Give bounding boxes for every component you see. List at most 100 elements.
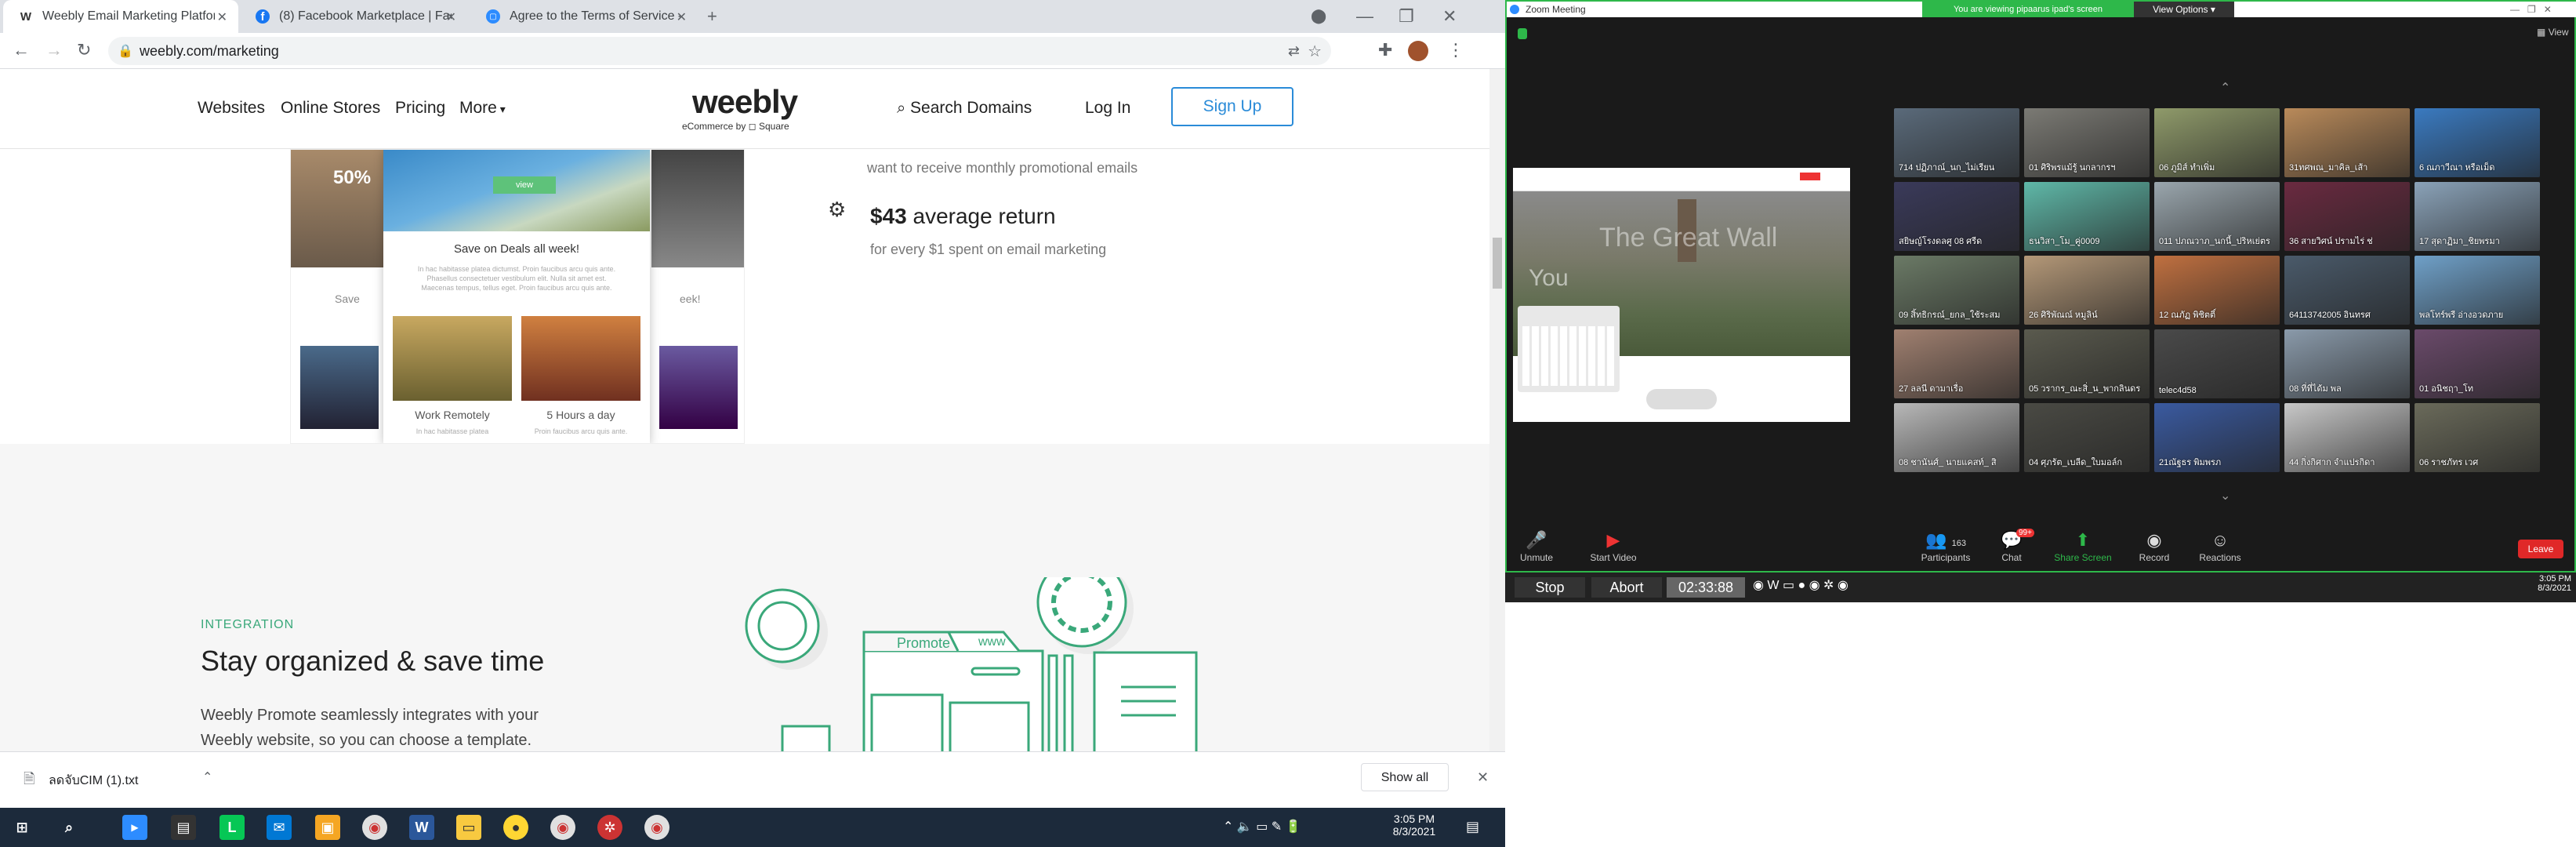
taskbar-time: 3:05 PM [1393,812,1435,825]
participant-tile[interactable]: 08 ชานันศ์_ นายแคสท์_ สิ [1894,403,2019,472]
reactions-label: Reactions [2199,552,2241,563]
address-bar[interactable]: 🔒 weebly.com/marketing ⇄ ☆ [108,37,1331,65]
recorder-app-icon[interactable]: ▣ [315,815,340,840]
record-button[interactable]: ◉ Record [2131,529,2178,563]
reactions-button[interactable]: ☺ Reactions [2189,529,2251,563]
tab-facebook[interactable]: f (8) Facebook Marketplace | Faceb ✕ [240,0,467,33]
participant-tile[interactable]: 26 ศิริพัณณ์ หมูลิน์ [2024,256,2150,325]
profile-menu-icon[interactable]: ⬤ [1311,8,1326,24]
email-card: view Save on Deals all week! In hac habi… [383,150,650,443]
view-layout-button[interactable]: ▦ View [2537,27,2568,38]
tray-icons[interactable]: ⌃ 🔈 ▭ ✎ 🔋 [1223,819,1301,834]
participant-tile[interactable]: 64113742005 อินทรศ [2284,256,2410,325]
participant-tile[interactable]: ธนวิสา_โม_คู่0009 [2024,182,2150,251]
search-icon[interactable]: ⌕ [56,815,82,840]
translate-icon[interactable]: ⇄ [1288,43,1300,60]
nav-online-stores[interactable]: Online Stores [281,99,380,118]
participant-tile[interactable]: telec4d58 [2154,329,2280,398]
new-tab-button[interactable]: + [707,6,717,27]
mail-icon[interactable]: ✉ [267,815,292,840]
page-scrollbar[interactable] [1489,69,1505,751]
close-downloads-icon[interactable]: ✕ [1477,769,1489,786]
participants-button[interactable]: 👥 163 Participants [1914,529,1977,563]
chrome-icon[interactable]: ◉ [362,815,387,840]
reload-icon[interactable]: ↻ [77,40,91,60]
windows-start-icon[interactable]: ⊞ [9,815,34,840]
close-tab-icon[interactable]: ✕ [446,9,456,25]
back-icon[interactable]: ← [13,40,30,60]
participant-tile[interactable]: 011 ปภณวาภ_นกนี้_ปริหเย่ตร [2154,182,2280,251]
participant-tile[interactable]: 31ทศพณ_มาคิล_เส้า [2284,108,2410,177]
stop-recording-button[interactable]: Stop [1515,577,1585,598]
notifications-icon[interactable]: ▤ [1466,819,1479,835]
view-options-button[interactable]: View Options ▾ [2134,2,2234,17]
participant-tile[interactable]: 714 ปฏิภาณ์_นก_ไม่เรียน [1894,108,2019,177]
close-tab-icon[interactable]: ✕ [677,9,687,25]
zoom-window-controls[interactable]: — ❐ ✕ [2510,2,2552,17]
zoom-logo-icon [1510,5,1519,14]
zoom-taskbar-icon[interactable]: ▶ [122,815,147,840]
participant-tile[interactable]: 05 วรากร_ณะสิ่_น_พากลินดร [2024,329,2150,398]
chat-button[interactable]: 💬 99+ Chat [1988,529,2035,563]
participant-tile[interactable]: 6 ณภาวีณา หรือเม็ด [2415,108,2540,177]
participant-tile[interactable]: 17 สุดาฏิมา_ชิยพรมา [2415,182,2540,251]
participant-tile[interactable]: 27 ลลนี ดามาเรื่อ [1894,329,2019,398]
scrollbar-thumb[interactable] [1493,238,1502,289]
bookmark-star-icon[interactable]: ☆ [1308,42,1322,61]
nav-pricing[interactable]: Pricing [395,99,445,118]
participant-tile[interactable]: 12 ณภัฏ พิชิตติ์ [2154,256,2280,325]
participant-tile[interactable]: 09 สิ้ทธิกรณ์_ยกล_ใช้ระสม [1894,256,2019,325]
security-shield-icon[interactable] [1518,28,1527,39]
participant-tile[interactable]: 08 ที่ที่ได้ม พล [2284,329,2410,398]
participant-tile[interactable]: สยิษญ์โรงดลศู 08 ศรีด [1894,182,2019,251]
tab-weebly[interactable]: W Weebly Email Marketing Platform ✕ [3,0,238,33]
participant-name: 27 ลลนี ดามาเรื่อ [1899,384,1964,394]
taskbar-clock[interactable]: 3:05 PM 8/3/2021 [1383,812,1446,838]
grid-up-arrow-icon[interactable]: ⌃ [2220,80,2230,96]
abort-recording-button[interactable]: Abort [1591,577,1662,598]
search-domains-link[interactable]: ⌕ Search Domains [897,99,1032,118]
app-icon[interactable]: ● [503,815,528,840]
browser-menu-icon[interactable]: ⋮ [1447,40,1464,60]
extensions-icon[interactable]: ✚ [1378,40,1392,60]
share-screen-button[interactable]: ⬆ Share Screen [2048,529,2118,563]
download-chevron-icon[interactable]: ⌃ [202,769,212,785]
app-icon-2[interactable]: ✲ [597,815,622,840]
download-filename[interactable]: ลดจับCIM (1).txt [49,771,138,791]
store-icon[interactable]: ▤ [171,815,196,840]
tab-terms[interactable]: ▢ Agree to the Terms of Service - 2 ✕ [470,0,698,33]
participant-tile[interactable]: 06 ภูมิส์ ทำเพิ่ม [2154,108,2280,177]
participant-tile[interactable]: 06 ราชภัทร เวศ [2415,403,2540,472]
avatar[interactable] [1408,41,1428,61]
show-all-button[interactable]: Show all [1361,763,1449,791]
chrome-icon-3[interactable]: ◉ [644,815,669,840]
login-link[interactable]: Log In [1085,99,1130,118]
grid-down-arrow-icon[interactable]: ⌄ [2220,488,2230,503]
forward-icon[interactable]: → [45,40,63,60]
participant-tile[interactable]: 21ณัฐธร พิมพรภ [2154,403,2280,472]
stat-icon: ⚙ [828,198,847,221]
taskbar-app-icons[interactable]: ◉ W ▭ ● ◉ ✲ ◉ [1753,577,1849,593]
leave-button[interactable]: Leave [2518,540,2563,558]
explorer-icon[interactable]: ▭ [456,815,481,840]
word-icon[interactable]: W [409,815,434,840]
participant-tile[interactable]: 44 กิ่งกิศาก จำแปรกิดา [2284,403,2410,472]
nav-more[interactable]: More ▾ [459,99,506,118]
restore-icon[interactable]: ❐ [1399,6,1414,27]
signup-button[interactable]: Sign Up [1171,87,1293,126]
participant-tile[interactable]: 04 ศุภรัต_เบลีด_ใบมอล์ก [2024,403,2150,472]
minimize-icon[interactable]: — [1356,6,1373,27]
nav-websites[interactable]: Websites [198,99,265,118]
start-video-button[interactable]: ▶ Start Video [1582,529,1645,563]
close-window-icon[interactable]: ✕ [1442,6,1457,27]
close-tab-icon[interactable]: ✕ [217,9,227,25]
participant-tile[interactable]: 01 อนิชฤา_โท [2415,329,2540,398]
chrome-icon-2[interactable]: ◉ [550,815,575,840]
participant-tile[interactable]: 36 สายวิศน์ ปรามไร่ ช่ [2284,182,2410,251]
participant-tile[interactable]: พลโทร์พรี อ่างอวดภาย [2415,256,2540,325]
unmute-button[interactable]: 🎤 Unmute [1513,529,1560,563]
mockup-percent: 50% [333,167,372,188]
participant-tile[interactable]: 01 ศิริพรแม้รู้ นกลากรฯ [2024,108,2150,177]
line-icon[interactable]: L [220,815,245,840]
weebly-logo[interactable]: weebly [692,83,798,121]
